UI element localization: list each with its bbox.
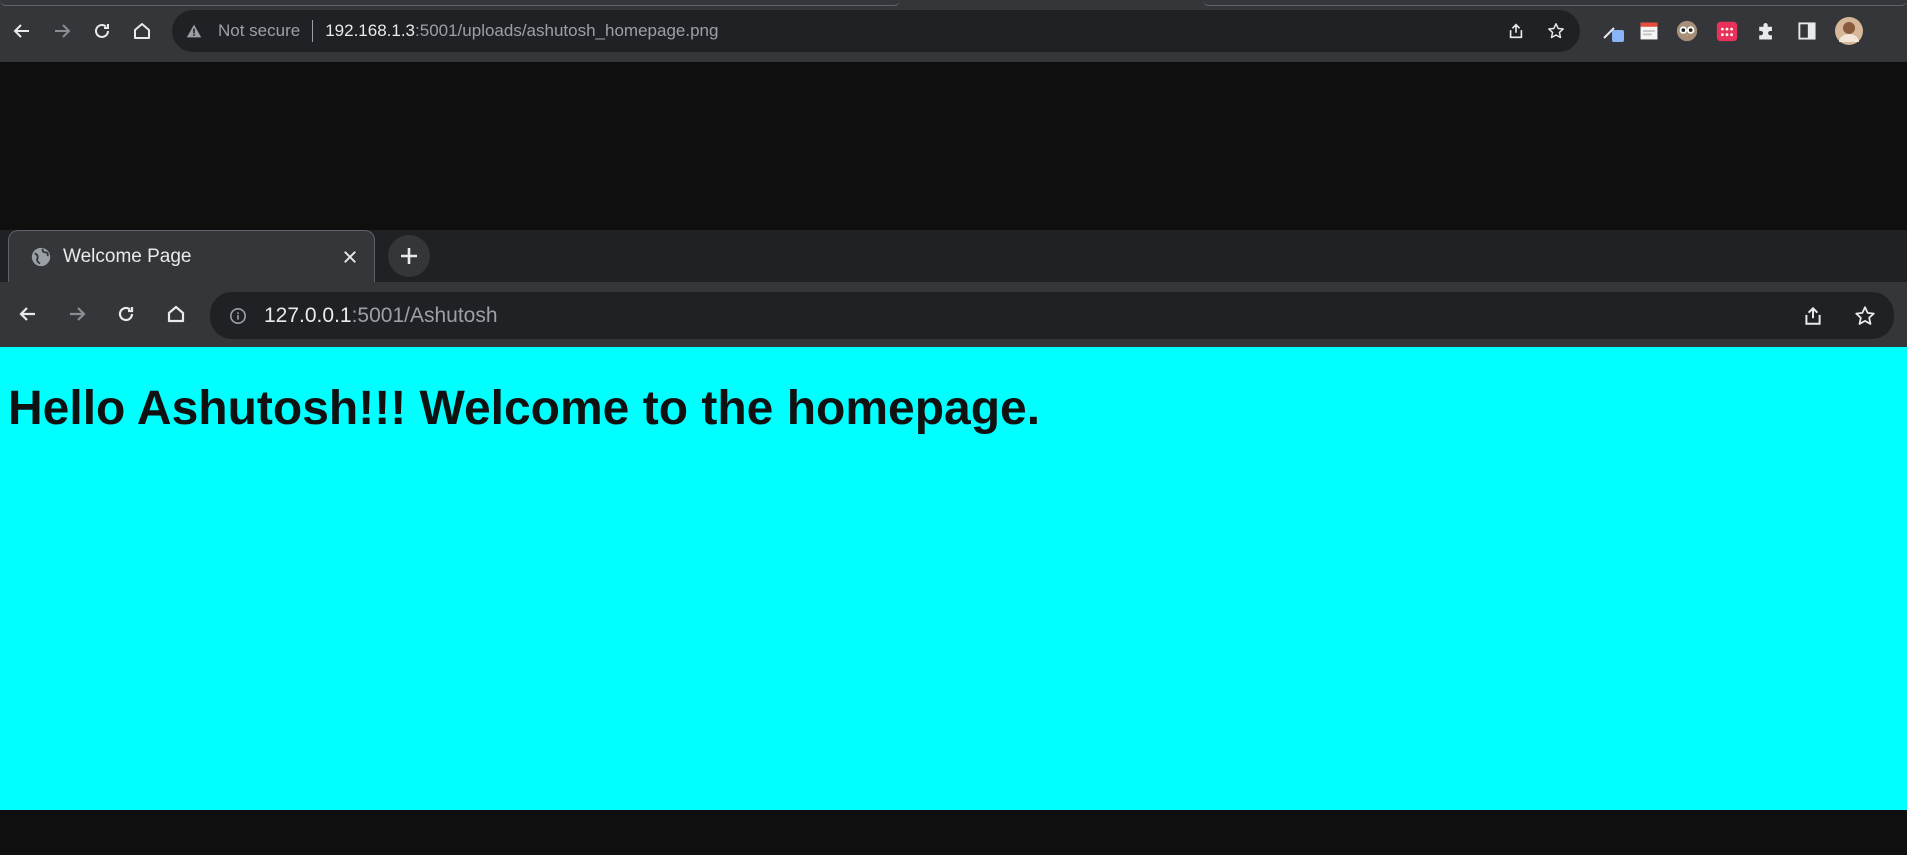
info-icon	[226, 304, 250, 328]
arrow-left-icon	[19, 307, 35, 321]
back-button[interactable]	[6, 15, 38, 47]
profile-avatar[interactable]	[1834, 16, 1864, 46]
home-button[interactable]	[126, 15, 158, 47]
security-label: Not secure	[218, 21, 301, 40]
tab-welcome-page[interactable]: Welcome Page	[8, 230, 375, 282]
new-tab-button[interactable]	[388, 235, 430, 277]
outer-address-bar[interactable]: Not secure 192.168.1.3:5001/uploads/ashu…	[172, 10, 1580, 52]
back-button[interactable]	[12, 298, 44, 330]
notes-extension-icon[interactable]	[1636, 18, 1662, 44]
outer-page-area	[0, 62, 1907, 230]
puzzle-icon[interactable]	[1753, 18, 1779, 44]
outer-page-bottom	[0, 810, 1907, 855]
outer-browser-toolbar: Not secure 192.168.1.3:5001/uploads/ashu…	[0, 0, 1907, 62]
reload-icon	[95, 23, 109, 38]
reload-icon	[118, 306, 134, 322]
plus-icon	[401, 248, 417, 264]
reload-button[interactable]	[86, 15, 118, 47]
calendar-extension-icon[interactable]	[1714, 18, 1740, 44]
tab-title: Welcome Page	[63, 246, 192, 267]
outer-tab-edge	[0, 0, 900, 6]
close-icon	[344, 251, 356, 263]
star-icon[interactable]	[1544, 19, 1568, 43]
warning-icon	[182, 19, 206, 43]
home-icon	[134, 23, 150, 39]
omnibox-divider	[312, 20, 314, 42]
tab-strip: Welcome Page	[0, 230, 1907, 282]
close-tab-button[interactable]	[338, 245, 362, 269]
forward-button[interactable]	[46, 15, 78, 47]
url-path: :5001/Ashutosh	[351, 303, 498, 327]
arrow-right-icon	[55, 24, 71, 38]
url-text: 192.168.1.3:5001/uploads/ashutosh_homepa…	[325, 21, 718, 41]
arrow-left-icon	[13, 24, 29, 38]
inner-browser-toolbar: 127.0.0.1:5001/Ashutosh	[0, 282, 1907, 347]
url-path: :5001/uploads/ashutosh_homepage.png	[415, 21, 719, 40]
arrow-right-icon	[70, 307, 86, 321]
page-heading: Hello Ashutosh!!! Welcome to the homepag…	[8, 382, 1041, 435]
outer-tab-edge	[1203, 0, 1907, 6]
inner-browser-window: Welcome Page 127.0.0.1:5001/Ashutosh Hel…	[0, 230, 1907, 810]
home-icon	[167, 305, 185, 323]
star-icon[interactable]	[1852, 303, 1878, 329]
eyedropper-extension-icon[interactable]	[1600, 18, 1626, 44]
url-host: 192.168.1.3	[325, 21, 416, 40]
owl-extension-icon[interactable]	[1674, 18, 1700, 44]
globe-icon	[29, 245, 53, 269]
share-icon[interactable]	[1504, 19, 1528, 43]
url-host: 127.0.0.1	[264, 303, 352, 327]
page-content: Hello Ashutosh!!! Welcome to the homepag…	[0, 347, 1907, 810]
home-button[interactable]	[160, 298, 192, 330]
reload-button[interactable]	[110, 298, 142, 330]
forward-button[interactable]	[61, 298, 93, 330]
url-text: 127.0.0.1:5001/Ashutosh	[264, 304, 498, 328]
side-panel-icon[interactable]	[1794, 18, 1820, 44]
inner-address-bar[interactable]: 127.0.0.1:5001/Ashutosh	[210, 292, 1894, 339]
share-icon[interactable]	[1800, 303, 1826, 329]
